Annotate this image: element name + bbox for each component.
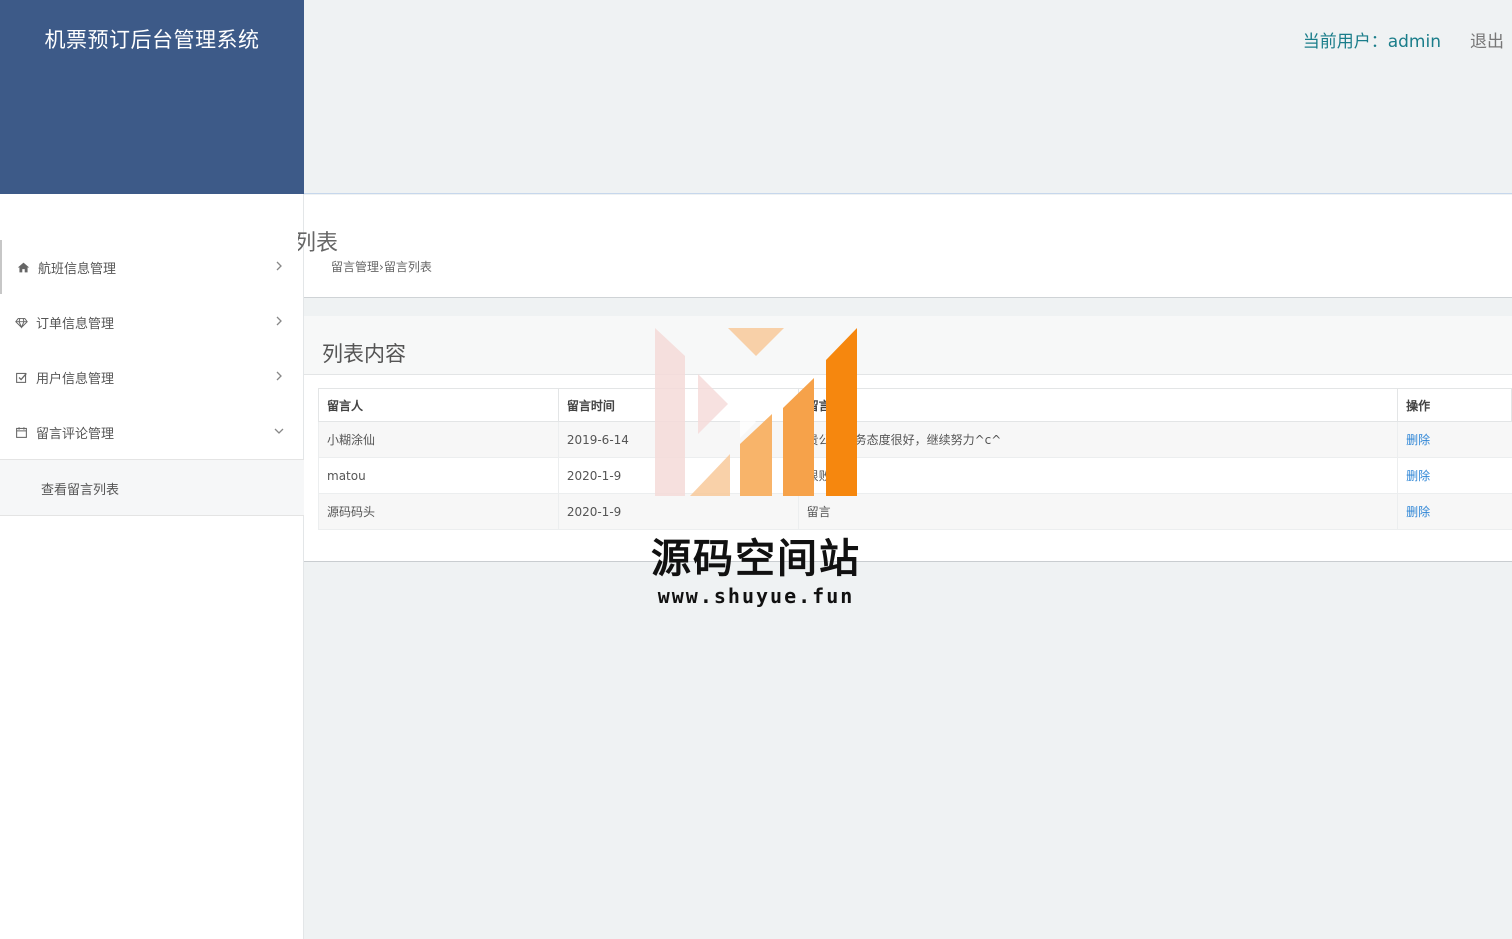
home-icon (14, 258, 32, 276)
chevron-right-icon (274, 315, 284, 326)
column-header: 留言 (797, 388, 1399, 422)
cell-author: matou (318, 457, 559, 494)
breadcrumb-item[interactable]: 留言列表 (384, 260, 432, 274)
table-row: 小糊涂仙 2019-6-14 贵公司服务态度很好，继续努力^c^ 删除 (318, 421, 1512, 458)
cell-action: 删除 (1397, 457, 1512, 494)
delete-link[interactable]: 删除 (1406, 469, 1430, 483)
cell-author: 源码码头 (318, 493, 559, 530)
breadcrumb: 留言管理›留言列表 (331, 258, 432, 275)
watermark-url: www.shuyue.fun (657, 584, 855, 608)
column-header: 操作 (1397, 388, 1512, 422)
cell-message: 贵公司服务态度很好，继续努力^c^ (797, 421, 1398, 458)
comment-table: 留言人 留言时间 留言 操作 小糊涂仙 2019-6-14 贵公司服务态度很好，… (318, 388, 1512, 530)
cell-action: 删除 (1397, 493, 1512, 530)
chevron-right-icon (274, 260, 284, 271)
sidebar-item-label: 航班信息管理 (38, 261, 117, 277)
page-header: 列表 留言管理›留言列表 (298, 195, 1512, 298)
delete-link[interactable]: 删除 (1406, 505, 1430, 519)
cell-action: 删除 (1397, 421, 1512, 458)
logout-link[interactable]: 退出 (1470, 27, 1504, 52)
table-row: matou 2020-1-9 很败 删除 (318, 457, 1512, 494)
page-title: 列表 (298, 231, 338, 256)
panel-header: 列表内容 (304, 316, 1512, 375)
table-row: 源码码头 2020-1-9 留言 删除 (318, 493, 1512, 530)
watermark: 源码空间站 www.shuyue.fun (640, 326, 872, 611)
table-header-row: 留言人 留言时间 留言 操作 (318, 388, 1512, 422)
diamond-icon (12, 313, 30, 331)
cell-author: 小糊涂仙 (318, 421, 559, 458)
top-bar: 当前用户：admin 退出 (304, 0, 1512, 194)
cell-message: 留言 (797, 493, 1398, 530)
breadcrumb-item[interactable]: 留言管理 (331, 260, 379, 274)
current-user-label: 当前用户：admin (1302, 32, 1441, 52)
sidebar-item-flights[interactable]: 航班信息管理 (0, 240, 304, 294)
sidebar: 航班信息管理 订单信息管理 用户信息管理 留言评论管理 查看留言列表 (0, 194, 304, 939)
list-panel: 列表内容 留言人 留言时间 留言 操作 小糊涂仙 2019-6-14 贵公司服务… (304, 316, 1512, 562)
chevron-down-icon (274, 425, 284, 435)
watermark-name: 源码空间站 (651, 535, 861, 582)
sidebar-item-label: 订单信息管理 (36, 316, 115, 332)
sidebar-item-orders[interactable]: 订单信息管理 (0, 295, 304, 349)
delete-link[interactable]: 删除 (1406, 433, 1430, 447)
column-header: 留言人 (318, 388, 559, 422)
sidebar-subitem-view-comments[interactable]: 查看留言列表 (41, 479, 119, 498)
brand-panel: 机票预订后台管理系统 (0, 0, 304, 194)
panel-title: 列表内容 (322, 342, 406, 366)
check-square-icon (12, 368, 30, 386)
sidebar-item-comments[interactable]: 留言评论管理 (0, 405, 304, 459)
app-title: 机票预订后台管理系统 (44, 28, 260, 52)
sidebar-item-label: 留言评论管理 (36, 426, 115, 442)
sidebar-item-users[interactable]: 用户信息管理 (0, 350, 304, 404)
calendar-icon (12, 423, 30, 441)
watermark-logo-icon (655, 328, 857, 496)
sidebar-submenu: 查看留言列表 (0, 459, 304, 516)
cell-message: 很败 (797, 457, 1398, 494)
sidebar-item-label: 用户信息管理 (36, 371, 115, 387)
chevron-right-icon (274, 370, 284, 381)
